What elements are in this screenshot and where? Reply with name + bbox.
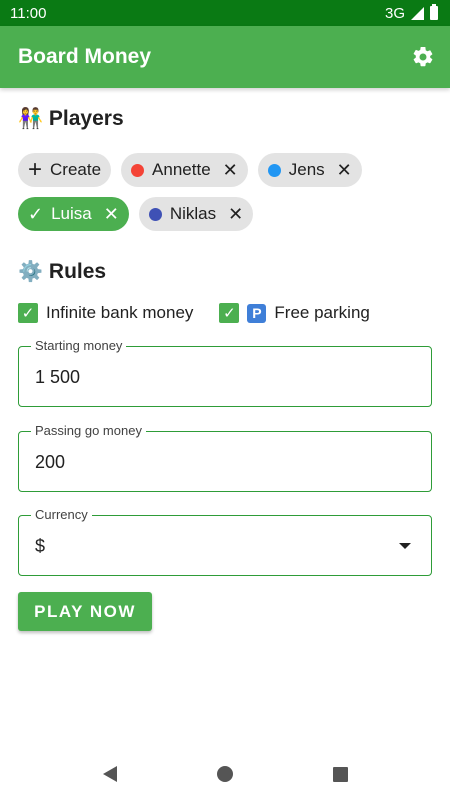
battery-icon [430,4,438,20]
create-player-chip[interactable]: + Create [18,153,112,187]
players-heading-label: Players [48,106,124,130]
recent-apps-icon[interactable] [332,766,348,782]
checkbox-checked-icon[interactable]: ✓ [18,303,38,323]
close-icon[interactable]: ✕ [223,161,238,179]
rule-checkboxes: ✓ Infinite bank money ✓ P Free parking [18,303,370,323]
status-icons: 3G [384,4,438,22]
status-time: 11:00 [10,4,47,22]
passing-go-money-label: Passing go money [31,423,146,438]
player-color-dot [131,163,145,177]
close-icon[interactable]: ✕ [104,205,119,223]
parking-icon: P [247,303,267,323]
close-icon[interactable]: ✕ [337,161,352,179]
passing-go-money-field[interactable]: Passing go money 200 [18,423,432,492]
player-chips-row-2: ✓ Luisa ✕ Niklas ✕ [18,197,254,231]
free-parking-label: Free parking [274,303,370,322]
signal-icon [411,6,424,20]
infinite-bank-checkbox[interactable]: ✓ Infinite bank money [18,303,193,323]
player-name: Luisa [51,204,92,223]
create-player-label: Create [50,160,102,179]
player-name: Jens [288,160,325,179]
home-icon[interactable] [216,766,233,782]
app-title: Board Money [18,45,152,68]
free-parking-checkbox[interactable]: ✓ P Free parking [219,303,370,323]
network-type: 3G [384,4,405,22]
starting-money-field[interactable]: Starting money 1 500 [18,338,432,407]
player-chip-annette[interactable]: Annette ✕ [121,153,248,187]
player-color-dot [148,207,162,221]
checkbox-checked-icon[interactable]: ✓ [219,303,240,323]
rules-emoji-icon: ⚙️ [18,261,43,283]
player-name: Niklas [169,204,217,223]
player-chip-luisa[interactable]: ✓ Luisa ✕ [18,197,129,231]
player-color-dot [267,163,281,177]
players-heading: 👫 Players [18,106,124,131]
infinite-bank-label: Infinite bank money [46,303,194,322]
players-emoji-icon: 👫 [18,108,43,130]
close-icon[interactable]: ✕ [228,205,243,223]
gear-icon[interactable] [410,44,436,70]
player-chip-niklas[interactable]: Niklas ✕ [138,197,254,231]
rules-heading-label: Rules [48,259,107,283]
player-chips-row-1: + Create Annette ✕ Jens ✕ [18,153,362,187]
play-now-button[interactable]: PLAY NOW [18,592,152,631]
plus-icon: + [28,156,43,183]
passing-go-money-value[interactable]: 200 [35,452,65,473]
currency-label: Currency [31,507,92,522]
rules-heading: ⚙️ Rules [18,259,106,284]
player-name: Annette [152,160,211,179]
back-icon[interactable] [102,766,117,782]
starting-money-label: Starting money [31,338,127,353]
status-bar: 11:00 3G [0,0,450,26]
app-bar: Board Money [0,26,450,88]
dropdown-arrow-icon[interactable] [399,543,411,549]
currency-value[interactable]: $ [35,536,45,557]
player-chip-jens[interactable]: Jens ✕ [257,153,362,187]
check-icon: ✓ [28,203,44,224]
starting-money-value[interactable]: 1 500 [35,367,80,388]
currency-select[interactable]: Currency $ [18,507,432,576]
system-nav-bar [0,748,450,800]
